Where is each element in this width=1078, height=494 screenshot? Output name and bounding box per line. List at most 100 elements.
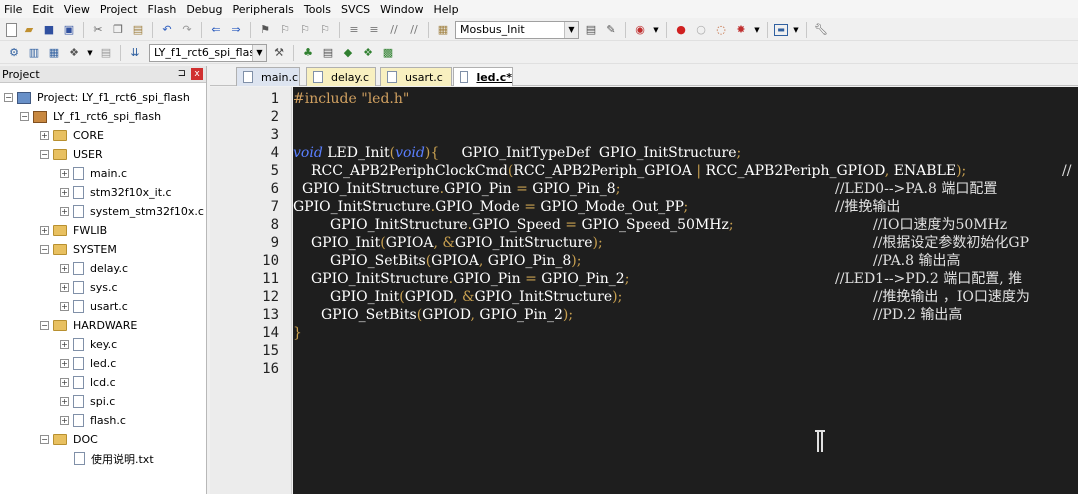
menu-project[interactable]: Project <box>96 3 144 16</box>
collapse-icon[interactable]: − <box>4 93 13 102</box>
run-time-env-icon[interactable]: ❖ <box>360 45 376 61</box>
chevron-down-icon[interactable]: ▼ <box>564 21 578 38</box>
code-editor[interactable]: #include "led.h" void LED_Init(void){ GP… <box>293 87 1078 494</box>
tree-file[interactable]: + stm32f10x_it.c <box>60 183 172 202</box>
tree-file[interactable]: + flash.c <box>60 411 126 430</box>
tree-project-root[interactable]: − Project: LY_f1_rct6_spi_flash <box>4 88 190 107</box>
expand-icon[interactable]: + <box>40 226 49 235</box>
tree-file[interactable]: + spi.c <box>60 392 115 411</box>
build-icon[interactable]: ▥ <box>26 45 42 61</box>
bookmark-clear-icon[interactable]: ⚐ <box>317 22 333 38</box>
chevron-down-icon[interactable]: ▼ <box>792 22 800 38</box>
collapse-icon[interactable]: − <box>40 245 49 254</box>
select-pack-icon[interactable]: ◆ <box>340 45 356 61</box>
find-in-files-icon[interactable]: ▦ <box>435 22 451 38</box>
download-icon[interactable]: ⇊ <box>127 45 143 61</box>
tree-group-hardware[interactable]: − HARDWARE <box>40 316 137 335</box>
nav-forward-icon[interactable]: ⇒ <box>228 22 244 38</box>
open-folder-icon[interactable]: ▰ <box>21 22 37 38</box>
expand-icon[interactable]: + <box>60 378 69 387</box>
tree-group-user[interactable]: − USER <box>40 145 103 164</box>
menu-file[interactable]: File <box>0 3 28 16</box>
tree-group-system[interactable]: − SYSTEM <box>40 240 117 259</box>
tree-file[interactable]: + key.c <box>60 335 117 354</box>
menu-tools[interactable]: Tools <box>300 3 337 16</box>
chevron-down-icon[interactable]: ▼ <box>252 44 266 61</box>
expand-icon[interactable]: + <box>60 359 69 368</box>
bookmark-icon[interactable]: ⚑ <box>257 22 273 38</box>
chevron-down-icon[interactable]: ▼ <box>86 45 94 61</box>
stop-build-icon[interactable]: ▤ <box>98 45 114 61</box>
debug-zoom-icon[interactable]: ◉ <box>632 22 648 38</box>
tab-led-c[interactable]: led.c* <box>453 67 513 86</box>
tab-usart-c[interactable]: usart.c <box>380 67 452 86</box>
undo-icon[interactable]: ↶ <box>159 22 175 38</box>
find-icon[interactable]: ▤ <box>583 22 599 38</box>
menu-debug[interactable]: Debug <box>182 3 228 16</box>
uncomment-icon[interactable]: // <box>406 22 422 38</box>
menu-peripherals[interactable]: Peripherals <box>229 3 300 16</box>
tree-file[interactable]: + sys.c <box>60 278 118 297</box>
manage-components-icon[interactable]: ♣ <box>300 45 316 61</box>
pin-icon[interactable]: ⊐ <box>178 68 186 79</box>
save-all-icon[interactable]: ▣ <box>61 22 77 38</box>
tree-file[interactable]: + led.c <box>60 354 116 373</box>
batch-build-icon[interactable]: ❖ <box>66 45 82 61</box>
project-target-combo[interactable]: LY_f1_rct6_spi_flash ▼ <box>149 43 267 62</box>
menu-view[interactable]: View <box>60 3 96 16</box>
target-options-icon[interactable]: ⚒ <box>271 45 287 61</box>
expand-icon[interactable]: + <box>40 131 49 140</box>
redo-icon[interactable]: ↷ <box>179 22 195 38</box>
menu-svcs[interactable]: SVCS <box>337 3 376 16</box>
tree-file[interactable]: + main.c <box>60 164 127 183</box>
target-combo[interactable]: Mosbus_Init ▼ <box>455 20 579 39</box>
tree-group-doc[interactable]: − DOC <box>40 430 98 449</box>
expand-icon[interactable]: + <box>60 264 69 273</box>
tab-main-c[interactable]: main.c <box>236 67 300 86</box>
chevron-down-icon[interactable]: ▼ <box>652 22 660 38</box>
collapse-icon[interactable]: − <box>40 150 49 159</box>
tree-group-fwlib[interactable]: + FWLIB <box>40 221 107 240</box>
window-layout-icon[interactable]: ▬ <box>774 23 788 36</box>
menu-window[interactable]: Window <box>376 3 429 16</box>
expand-icon[interactable]: + <box>60 416 69 425</box>
menu-flash[interactable]: Flash <box>143 3 182 16</box>
expand-icon[interactable]: + <box>60 169 69 178</box>
bookmark-next-icon[interactable]: ⚐ <box>297 22 313 38</box>
rebuild-icon[interactable]: ▦ <box>46 45 62 61</box>
expand-icon[interactable]: + <box>60 283 69 292</box>
copy-icon[interactable]: ❐ <box>110 22 126 38</box>
tree-file[interactable]: 使用说明.txt <box>74 449 154 468</box>
tree-group-core[interactable]: + CORE <box>40 126 104 145</box>
close-icon[interactable]: x <box>191 68 203 80</box>
new-file-icon[interactable] <box>6 22 17 37</box>
tree-file[interactable]: + system_stm32f10x.c <box>60 202 204 221</box>
paste-icon[interactable]: ▤ <box>130 22 146 38</box>
expand-icon[interactable]: + <box>60 397 69 406</box>
tree-target[interactable]: − LY_f1_rct6_spi_flash <box>20 107 161 126</box>
menu-edit[interactable]: Edit <box>28 3 59 16</box>
tree-file[interactable]: + delay.c <box>60 259 128 278</box>
tab-delay-c[interactable]: delay.c <box>306 67 376 86</box>
save-icon[interactable]: ■ <box>41 22 57 38</box>
collapse-icon[interactable]: − <box>40 435 49 444</box>
file-extensions-icon[interactable]: ▤ <box>320 45 336 61</box>
pack-installer-icon[interactable]: ▩ <box>380 45 396 61</box>
chevron-down-icon[interactable]: ▼ <box>753 22 761 38</box>
indent-icon[interactable]: ≡ <box>346 22 362 38</box>
incremental-find-icon[interactable]: ✎ <box>603 22 619 38</box>
expand-icon[interactable]: + <box>60 188 69 197</box>
tree-file[interactable]: + lcd.c <box>60 373 116 392</box>
expand-icon[interactable]: + <box>60 302 69 311</box>
collapse-icon[interactable]: − <box>40 321 49 330</box>
bookmark-prev-icon[interactable]: ⚐ <box>277 22 293 38</box>
menu-help[interactable]: Help <box>430 3 465 16</box>
tree-file[interactable]: + usart.c <box>60 297 128 316</box>
breakpoint-kill-icon[interactable]: ✸ <box>733 22 749 38</box>
collapse-icon[interactable]: − <box>20 112 29 121</box>
expand-icon[interactable]: + <box>60 207 69 216</box>
breakpoint-disable-icon[interactable]: ○ <box>693 22 709 38</box>
breakpoint-icon[interactable]: ● <box>673 22 689 38</box>
breakpoint-clear-icon[interactable]: ◌ <box>713 22 729 38</box>
expand-icon[interactable]: + <box>60 340 69 349</box>
